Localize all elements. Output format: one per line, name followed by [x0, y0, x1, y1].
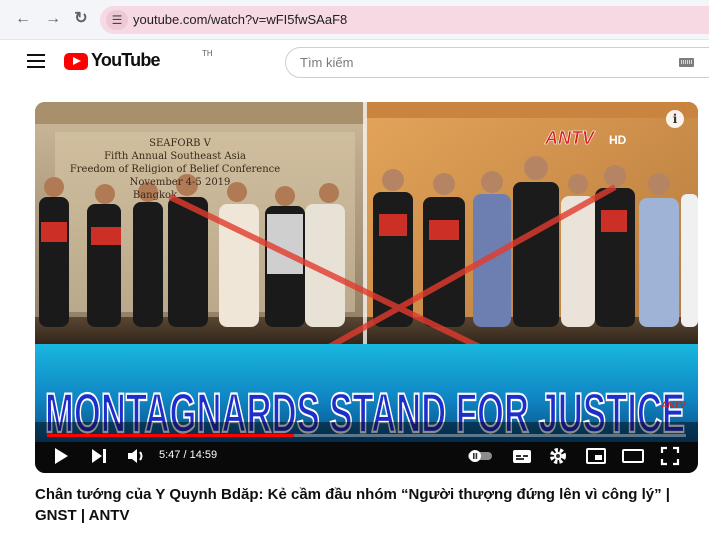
- svg-text:November 4-5 2019: November 4-5 2019: [130, 177, 231, 188]
- progress-bar[interactable]: [47, 434, 686, 437]
- logo-country-code: TH: [202, 49, 213, 58]
- autoplay-toggle-icon[interactable]: [467, 445, 493, 467]
- miniplayer-icon[interactable]: [585, 445, 607, 467]
- svg-text:ANTV: ANTV: [544, 128, 596, 148]
- next-icon[interactable]: [89, 445, 109, 467]
- info-icon[interactable]: i: [666, 110, 684, 128]
- youtube-header: YouTube TH Tìm kiếm: [0, 40, 709, 86]
- menu-icon[interactable]: [27, 54, 45, 68]
- youtube-play-logo-icon: [64, 53, 88, 70]
- video-frame: SEAFORB V Fifth Annual Southeast Asia Fr…: [35, 102, 698, 473]
- small-channel-bug: ANTV: [660, 400, 686, 410]
- svg-text:HD: HD: [609, 133, 627, 147]
- address-bar[interactable]: ☰ youtube.com/watch?v=wFI5fwSAaF8: [100, 6, 709, 34]
- volume-icon[interactable]: [125, 445, 147, 467]
- site-settings-icon[interactable]: ☰: [106, 10, 128, 30]
- keyboard-icon[interactable]: [679, 58, 694, 67]
- url-text: youtube.com/watch?v=wFI5fwSAaF8: [133, 12, 348, 27]
- browser-toolbar: ← → ↻ ☰ youtube.com/watch?v=wFI5fwSAaF8: [0, 0, 709, 40]
- video-player[interactable]: SEAFORB V Fifth Annual Southeast Asia Fr…: [35, 102, 698, 473]
- forward-arrow-icon[interactable]: →: [42, 8, 64, 30]
- play-icon[interactable]: [51, 445, 71, 467]
- logo-text: YouTube: [91, 50, 161, 70]
- reload-icon[interactable]: ↻: [70, 8, 92, 30]
- theater-icon[interactable]: [621, 445, 645, 467]
- svg-text:SEAFORB V: SEAFORB V: [149, 138, 212, 149]
- progress-fill: [47, 434, 294, 437]
- settings-icon[interactable]: [547, 445, 569, 467]
- subtitles-icon[interactable]: [511, 445, 533, 467]
- fullscreen-icon[interactable]: [659, 445, 681, 467]
- search-input[interactable]: Tìm kiếm: [285, 47, 709, 78]
- time-display: 5:47 / 14:59: [159, 449, 218, 461]
- search-placeholder: Tìm kiếm: [300, 55, 354, 70]
- video-title: Chân tướng của Y Quynh Bdăp: Kẻ cầm đầu …: [35, 486, 670, 524]
- svg-text:Fifth Annual Southeast Asia: Fifth Annual Southeast Asia: [104, 151, 246, 162]
- player-controls: 5:47 / 14:59: [35, 440, 698, 473]
- back-arrow-icon[interactable]: ←: [12, 8, 34, 30]
- svg-text:Freedom of Religion of Belief: Freedom of Religion of Belief Conference: [70, 164, 280, 175]
